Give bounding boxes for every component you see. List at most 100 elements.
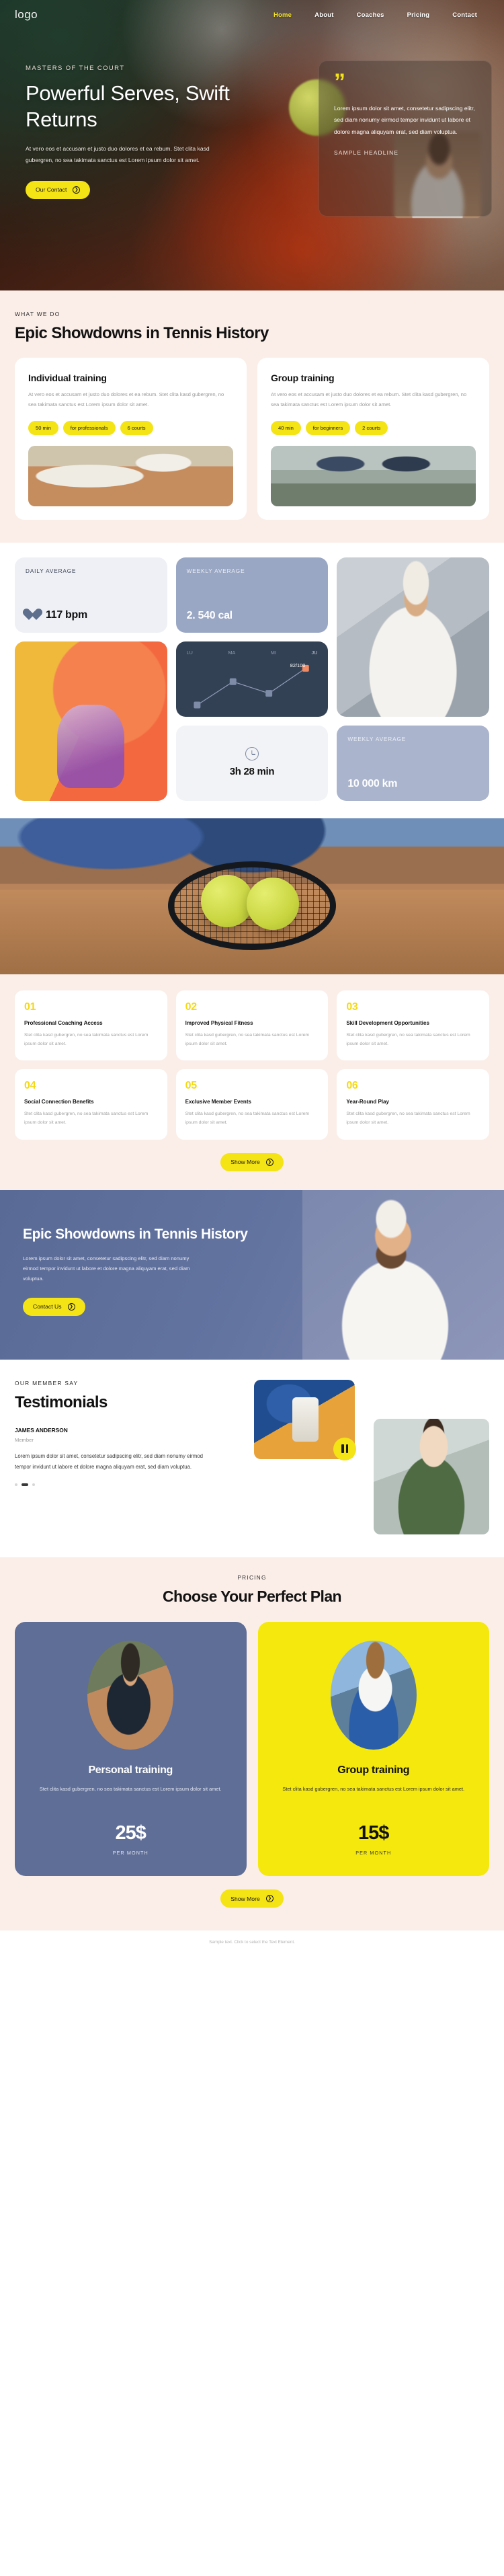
feature-title: Professional Coaching Access	[24, 1019, 103, 1026]
pricing-plan-desc: Stet clita kasd gubergren, no sea takima…	[39, 1785, 222, 1792]
feature-title: Year-Round Play	[346, 1099, 389, 1105]
testimonials-section: OUR MEMBER SAY Testimonials JAMES ANDERS…	[0, 1359, 504, 1557]
hero-contact-button-label: Our Contact	[36, 186, 67, 194]
testimonial-author-name: JAMES ANDERSON	[15, 1426, 68, 1434]
cta-content: Epic Showdowns in Tennis History Lorem i…	[0, 1190, 255, 1316]
card-daily-average: DAILY AVERAGE 117 bpm	[15, 557, 167, 633]
pill-level: for professionals	[62, 420, 116, 435]
play-pause-icon[interactable]	[333, 1437, 356, 1460]
training-cards: Individual training At vero eos et accus…	[15, 358, 489, 520]
pagination-dot-active[interactable]	[22, 1483, 28, 1487]
pricing-plan-title: Personal training	[88, 1764, 173, 1776]
feature-title: Skill Development Opportunities	[346, 1019, 429, 1026]
nav-item-coaches[interactable]: Coaches	[357, 11, 384, 19]
testimonials-content: OUR MEMBER SAY Testimonials JAMES ANDERS…	[15, 1380, 237, 1534]
feature-card[interactable]: 04 Social Connection Benefits Stet clita…	[15, 1069, 167, 1140]
feature-number: 03	[346, 1001, 358, 1013]
training-card-desc: At vero eos et accusam et justo duo dolo…	[28, 391, 224, 407]
pill-courts: 6 courts	[120, 420, 153, 435]
main-navigation: logo Home About Coaches Pricing Contact	[0, 0, 504, 30]
racket-photo-band	[0, 818, 504, 974]
hero-eyebrow: MASTERS OF THE COURT	[26, 65, 125, 72]
cta-blue-section: Epic Showdowns in Tennis History Lorem i…	[0, 1189, 504, 1360]
card-weekly-distance: WEEKLY AVERAGE 10 000 km	[337, 725, 489, 801]
feature-desc: Stet clita kasd gubergren, no sea takima…	[185, 1111, 310, 1126]
card-training-time: 3h 28 min	[175, 725, 329, 801]
training-card-photo	[28, 445, 233, 506]
features-wrap: 01 Professional Coaching Access Stet cli…	[0, 990, 504, 1171]
training-card-group[interactable]: Group training At vero eos et accusam et…	[257, 358, 489, 520]
what-we-do-heading: Epic Showdowns in Tennis History	[15, 324, 269, 342]
cta-contact-button[interactable]: Contact Us ❯	[23, 1297, 85, 1316]
nav-item-pricing[interactable]: Pricing	[407, 11, 430, 19]
chart-tick-lu: LU	[186, 649, 193, 656]
daily-average-value: 117 bpm	[46, 609, 87, 621]
site-logo[interactable]: logo	[15, 8, 38, 22]
pricing-grid: Personal training Stet clita kasd guberg…	[15, 1621, 489, 1877]
heart-icon	[26, 609, 40, 622]
pricing-avatar	[87, 1640, 174, 1750]
features-show-more-label: Show More	[230, 1159, 260, 1166]
training-card-desc: At vero eos et accusam et justo duo dolo…	[271, 391, 467, 407]
pricing-show-more-button[interactable]: Show More ❯	[220, 1889, 284, 1908]
testimonial-text: Lorem ipsum dolor sit amet, consetetur s…	[15, 1452, 203, 1470]
cta-athlete-photo	[302, 1189, 504, 1360]
feature-card[interactable]: 01 Professional Coaching Access Stet cli…	[15, 990, 167, 1061]
arrow-right-icon: ❯	[265, 1158, 274, 1166]
feature-desc: Stet clita kasd gubergren, no sea takima…	[185, 1032, 310, 1046]
arrow-right-icon: ❯	[265, 1895, 274, 1903]
pricing-card-personal[interactable]: Personal training Stet clita kasd guberg…	[15, 1621, 247, 1877]
play-bar-left	[341, 1444, 344, 1454]
nav-item-home[interactable]: Home	[274, 11, 292, 19]
page-footer: Sample text. Click to select the Text El…	[0, 1930, 504, 1956]
daily-average-value-row: 117 bpm	[26, 609, 157, 622]
weekly-average-label: WEEKLY AVERAGE	[186, 568, 245, 574]
tennis-racket-graphic	[151, 859, 353, 953]
testimonials-media	[249, 1379, 489, 1534]
testimonials-row: OUR MEMBER SAY Testimonials JAMES ANDERS…	[15, 1379, 489, 1534]
nav-item-about[interactable]: About	[314, 11, 333, 19]
training-card-photo	[271, 445, 476, 506]
testimonial-pagination-dots[interactable]	[15, 1483, 237, 1487]
stats-photo-athlete	[337, 557, 489, 717]
training-card-individual[interactable]: Individual training At vero eos et accus…	[15, 358, 247, 520]
cta-contact-button-label: Contact Us	[33, 1303, 62, 1310]
training-card-title: Group training	[271, 373, 335, 383]
feature-card[interactable]: 05 Exclusive Member Events Stet clita ka…	[175, 1069, 329, 1140]
daily-average-label: DAILY AVERAGE	[26, 568, 77, 574]
pagination-dot[interactable]	[15, 1483, 17, 1487]
feature-card[interactable]: 06 Year-Round Play Stet clita kasd guber…	[337, 1069, 489, 1140]
pricing-plan-price: 25$	[115, 1822, 146, 1844]
what-we-do-kicker: WHAT WE DO	[15, 311, 60, 317]
pricing-plan-title: Group training	[337, 1764, 410, 1776]
pill-level: for beginners	[305, 420, 351, 435]
hero-section: logo Home About Coaches Pricing Contact …	[0, 0, 504, 290]
feature-number: 05	[185, 1080, 198, 1092]
pricing-show-more-label: Show More	[230, 1895, 260, 1902]
pill-duration: 40 min	[271, 420, 301, 435]
weekly-average-value-row: 2. 540 cal	[187, 610, 318, 622]
stats-grid: DAILY AVERAGE 117 bpm WEEKLY AVERAGE 2. …	[15, 557, 489, 801]
features-actions: Show More ❯	[15, 1153, 489, 1171]
chart-plot-area: 82/100	[185, 658, 319, 713]
features-show-more-button[interactable]: Show More ❯	[220, 1153, 284, 1171]
what-we-do-section: WHAT WE DO Epic Showdowns in Tennis Hist…	[0, 290, 504, 543]
feature-card[interactable]: 03 Skill Development Opportunities Stet …	[337, 990, 489, 1061]
chart-data-label: 82/100	[290, 662, 306, 668]
feature-title: Social Connection Benefits	[24, 1099, 94, 1105]
nav-item-contact[interactable]: Contact	[452, 11, 477, 19]
feature-number: 04	[24, 1080, 36, 1092]
pricing-avatar	[330, 1640, 417, 1750]
hero-quote-card: ” Lorem ipsum dolor sit amet, consetetur…	[319, 61, 492, 217]
pagination-dot[interactable]	[32, 1483, 35, 1487]
pricing-card-group[interactable]: Group training Stet clita kasd gubergren…	[257, 1621, 489, 1877]
feature-card[interactable]: 02 Improved Physical Fitness Stet clita …	[175, 990, 329, 1061]
chart-tick-ma: MA	[228, 649, 236, 656]
feature-title: Exclusive Member Events	[185, 1099, 251, 1105]
hero-contact-button[interactable]: Our Contact ❯	[26, 180, 91, 199]
pricing-plan-price: 15$	[358, 1822, 389, 1844]
card-performance-chart: LU MA MI JU 82/100	[175, 641, 329, 717]
pill-courts: 2 courts	[355, 420, 388, 435]
testimonials-heading: Testimonials	[15, 1393, 108, 1411]
chart-x-axis-labels: LU MA MI JU	[185, 650, 319, 656]
